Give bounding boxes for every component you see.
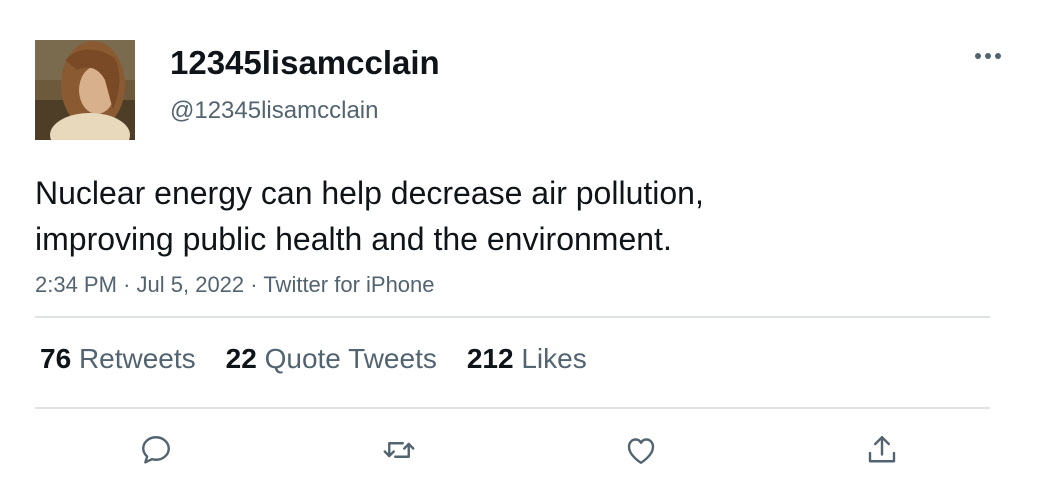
retweet-button[interactable] — [379, 430, 419, 470]
tweet-meta: 2:34 PM · Jul 5, 2022 · Twitter for iPho… — [35, 270, 435, 300]
retweets-label: Retweets — [78, 343, 196, 374]
display-name[interactable]: 12345lisamcclain — [170, 42, 440, 84]
likes-stat[interactable]: 212 Likes — [467, 340, 587, 378]
reply-icon — [142, 436, 170, 464]
tweet-text-line: Nuclear energy can help decrease air pol… — [35, 175, 704, 211]
quote-tweets-count: 22 — [225, 343, 257, 374]
user-handle[interactable]: @12345lisamcclain — [170, 96, 378, 126]
retweets-stat[interactable]: 76 Retweets — [40, 340, 196, 378]
retweets-count: 76 — [40, 343, 72, 374]
more-horizontal-icon — [975, 53, 1001, 59]
share-icon — [868, 436, 896, 463]
like-button[interactable] — [621, 430, 661, 470]
quote-tweets-label: Quote Tweets — [264, 343, 437, 374]
heart-icon — [627, 438, 655, 464]
avatar[interactable] — [35, 40, 135, 140]
avatar-photo — [35, 40, 135, 140]
share-button[interactable] — [862, 430, 902, 470]
engagement-stats: 76 Retweets 22 Quote Tweets 212 Likes — [40, 340, 587, 378]
retweet-icon — [383, 442, 415, 458]
tweet-text-line: improving public health and the environm… — [35, 221, 672, 257]
reply-button[interactable] — [136, 430, 176, 470]
tweet-text: Nuclear energy can help decrease air pol… — [35, 170, 935, 262]
more-options-button[interactable] — [968, 42, 1008, 70]
tweet-date[interactable]: Jul 5, 2022 — [137, 272, 245, 297]
meta-separator: · — [123, 272, 131, 297]
divider — [35, 407, 990, 409]
tweet-source[interactable]: Twitter for iPhone — [263, 272, 434, 297]
likes-count: 212 — [466, 343, 514, 374]
divider — [35, 316, 990, 318]
quote-tweets-stat[interactable]: 22 Quote Tweets — [226, 340, 437, 378]
tweet-time[interactable]: 2:34 PM — [35, 272, 117, 297]
likes-label: Likes — [521, 343, 587, 374]
meta-separator: · — [250, 272, 258, 297]
